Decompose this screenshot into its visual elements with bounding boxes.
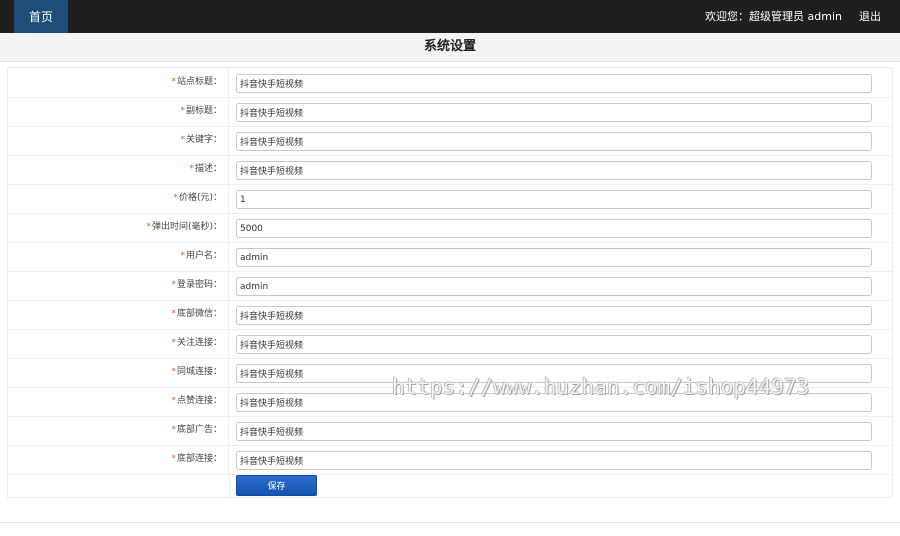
keywords-input[interactable]	[236, 132, 872, 151]
field-label-text: 弹出时间(毫秒)：	[151, 222, 222, 232]
field-label-text: 价格(元)：	[178, 193, 222, 203]
home-tab[interactable]: 首页	[14, 0, 68, 33]
field-label-text: 关注连接：	[176, 338, 222, 348]
form-row-keywords: *关键字：	[8, 126, 892, 156]
required-mark: *	[180, 135, 185, 145]
footer-link-input[interactable]	[236, 451, 872, 470]
price-input[interactable]	[236, 190, 872, 209]
required-mark: *	[171, 425, 176, 435]
field-label-text: 点赞连接：	[176, 396, 222, 406]
form-row-username: *用户名：	[8, 242, 892, 272]
username-input[interactable]	[236, 248, 872, 267]
like-link-input[interactable]	[236, 393, 872, 412]
subtitle-input[interactable]	[236, 103, 872, 122]
local-link-input[interactable]	[236, 364, 872, 383]
required-mark: *	[180, 251, 185, 261]
field-label: *描述：	[8, 155, 229, 184]
required-mark: *	[171, 77, 176, 87]
form-row-follow-link: *关注连接：	[8, 329, 892, 359]
form-row-description: *描述：	[8, 155, 892, 185]
follow-link-input[interactable]	[236, 335, 872, 354]
form-row-login-password: *登录密码：	[8, 271, 892, 301]
field-label-text: 同城连接：	[176, 367, 222, 377]
form-row-like-link: *点赞连接：	[8, 387, 892, 417]
form-row-local-link: *同城连接：	[8, 358, 892, 388]
field-label-text: 用户名：	[185, 251, 222, 261]
button-row: 保存	[8, 474, 892, 498]
footer-wechat-input[interactable]	[236, 306, 872, 325]
form-row-footer-ad: *底部广告：	[8, 416, 892, 446]
field-label: *登录密码：	[8, 271, 229, 300]
field-label: *价格(元)：	[8, 184, 229, 213]
form-row-popup-time: *弹出时间(毫秒)：	[8, 213, 892, 243]
required-mark: *	[171, 280, 176, 290]
required-mark: *	[171, 396, 176, 406]
logout-link[interactable]: 退出	[859, 0, 881, 33]
field-label: *底部微信：	[8, 300, 229, 329]
bottom-divider	[0, 522, 900, 523]
required-mark: *	[171, 338, 176, 348]
field-label-text: 底部连接：	[176, 454, 222, 464]
form-row-site-title: *站点标题：	[8, 68, 892, 98]
required-mark: *	[189, 164, 194, 174]
field-label: *同城连接：	[8, 358, 229, 387]
field-label: *用户名：	[8, 242, 229, 271]
form-row-subtitle: *副标题：	[8, 97, 892, 127]
form-row-price: *价格(元)：	[8, 184, 892, 214]
required-mark: *	[171, 309, 176, 319]
footer-ad-input[interactable]	[236, 422, 872, 441]
welcome-text: 欢迎您：超级管理员 admin	[705, 10, 842, 23]
field-label-text: 副标题：	[185, 106, 222, 116]
site-title-input[interactable]	[236, 74, 872, 93]
page-title: 系统设置	[423, 39, 476, 54]
required-mark: *	[173, 193, 178, 203]
description-input[interactable]	[236, 161, 872, 180]
field-label: *副标题：	[8, 97, 229, 126]
popup-time-input[interactable]	[236, 219, 872, 238]
save-button[interactable]: 保存	[236, 475, 317, 496]
field-label: *站点标题：	[8, 68, 229, 97]
field-label-text: 站点标题：	[176, 77, 222, 87]
title-bar: 系统设置	[0, 33, 900, 62]
field-label: *点赞连接：	[8, 387, 229, 416]
field-label-text: 底部广告：	[176, 425, 222, 435]
required-mark: *	[171, 454, 176, 464]
login-password-input[interactable]	[236, 277, 872, 296]
field-label-text: 登录密码：	[176, 280, 222, 290]
field-label-text: 底部微信：	[176, 309, 222, 319]
field-label: *关注连接：	[8, 329, 229, 358]
field-label: *弹出时间(毫秒)：	[8, 213, 229, 242]
required-mark: *	[146, 222, 151, 232]
field-label-text: 关键字：	[185, 135, 222, 145]
field-label: *底部广告：	[8, 416, 229, 445]
top-navbar: 首页 欢迎您：超级管理员 admin 退出	[0, 0, 900, 33]
required-mark: *	[180, 106, 185, 116]
required-mark: *	[171, 367, 176, 377]
form-row-footer-wechat: *底部微信：	[8, 300, 892, 330]
form-row-footer-link: *底部连接：	[8, 445, 892, 475]
field-label: *关键字：	[8, 126, 229, 155]
field-label-text: 描述：	[194, 164, 222, 174]
settings-form: *站点标题：*副标题：*关键字：*描述：*价格(元)：*弹出时间(毫秒)：*用户…	[7, 67, 893, 498]
label-spacer	[8, 474, 230, 498]
field-label: *底部连接：	[8, 445, 229, 474]
